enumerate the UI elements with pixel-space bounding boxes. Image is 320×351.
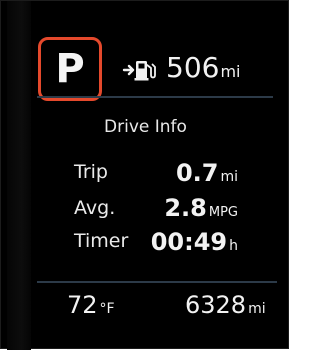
avg-value: 2.8 [164, 194, 207, 222]
timer-label: Timer [74, 230, 129, 252]
avg-label: Avg. [74, 197, 116, 219]
fuel-pump-icon [122, 61, 156, 81]
bottom-divider [37, 281, 277, 283]
avg-unit: MPG [208, 205, 238, 220]
fuel-range-unit: mi [220, 62, 241, 81]
outside-temp-readout: 72 °F [67, 293, 115, 317]
gear-indicator: P [38, 37, 102, 101]
trip-unit: mi [220, 169, 238, 185]
trip-value-readout: 0.7 mi [176, 161, 238, 185]
timer-value-readout: 00:49 h [151, 230, 238, 254]
instrument-display: P 506 mi Drive Info Trip 0.7 mi Avg. 2.8… [0, 0, 289, 350]
outside-temp-value: 72 [67, 291, 98, 319]
odometer-unit: mi [248, 301, 266, 317]
display-bezel-strip [7, 1, 31, 350]
fuel-range-readout: 506 mi [166, 54, 240, 82]
trip-value: 0.7 [175, 159, 219, 187]
fuel-range-value: 506 [166, 51, 220, 84]
timer-unit: h [229, 238, 238, 254]
top-divider [37, 96, 273, 98]
timer-value: 00:49 [150, 228, 228, 256]
trip-label: Trip [74, 161, 108, 183]
odometer-value: 6328 [185, 291, 247, 319]
drive-info-title: Drive Info [104, 117, 187, 137]
outside-temp-unit: °F [99, 301, 115, 317]
gear-value: P [55, 46, 85, 92]
odometer-readout: 6328 mi [185, 293, 266, 317]
avg-value-readout: 2.8 MPG [164, 196, 238, 220]
